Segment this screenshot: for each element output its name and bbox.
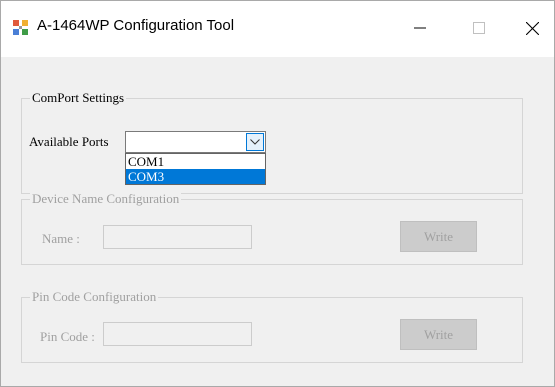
pin-code-input[interactable] xyxy=(104,323,251,345)
app-window: A-1464WP Configuration Tool ComPort Sett… xyxy=(0,0,555,387)
pin-code-label: Pin Code : xyxy=(40,329,95,344)
port-option-com3[interactable]: COM3 xyxy=(126,169,265,184)
window-title: A-1464WP Configuration Tool xyxy=(37,17,235,34)
close-icon xyxy=(525,21,539,35)
app-window-icon xyxy=(13,20,29,36)
ports-dropdown-list: COM1 COM3 xyxy=(125,153,266,185)
name-label: Name : xyxy=(42,231,80,246)
available-ports-combobox[interactable] xyxy=(125,131,266,153)
pin-code-field[interactable] xyxy=(103,322,252,346)
chevron-down-icon xyxy=(250,139,260,145)
available-ports-input[interactable] xyxy=(126,132,244,152)
port-option-com1[interactable]: COM1 xyxy=(126,154,265,169)
close-button[interactable] xyxy=(509,9,554,47)
maximize-button[interactable] xyxy=(456,9,502,47)
comport-settings-label: ComPort Settings xyxy=(30,90,127,106)
dropdown-button[interactable] xyxy=(246,133,264,151)
write-pin-button[interactable]: Write xyxy=(400,319,477,350)
title-bar[interactable]: A-1464WP Configuration Tool xyxy=(1,1,554,57)
pin-code-group-label: Pin Code Configuration xyxy=(30,289,159,305)
name-input[interactable] xyxy=(104,226,251,248)
available-ports-label: Available Ports xyxy=(29,134,109,149)
device-name-group-label: Device Name Configuration xyxy=(30,191,182,207)
minimize-icon xyxy=(414,27,426,29)
client-area: ComPort Settings Available Ports COM1 CO… xyxy=(1,57,554,386)
name-field[interactable] xyxy=(103,225,252,249)
minimize-button[interactable] xyxy=(397,9,443,47)
maximize-icon xyxy=(473,22,485,34)
write-name-button[interactable]: Write xyxy=(400,221,477,252)
